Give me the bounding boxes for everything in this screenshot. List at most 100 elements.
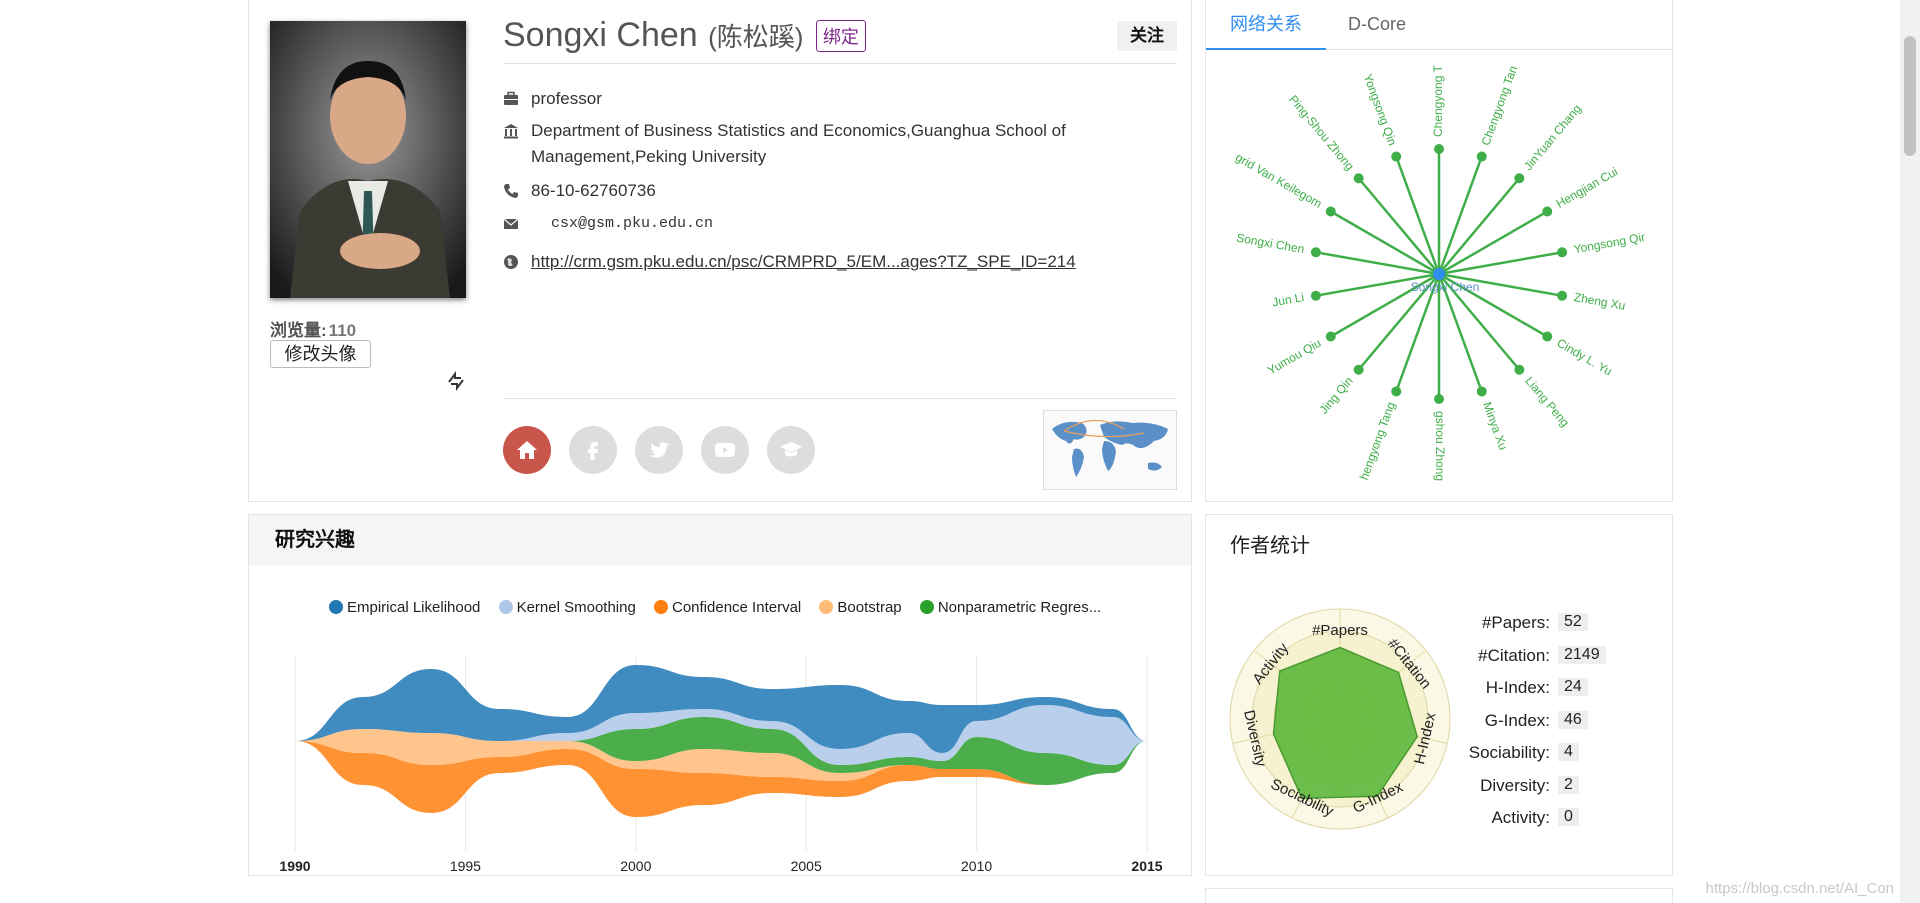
network-center-node[interactable] — [1433, 268, 1445, 280]
stat-value: 46 — [1558, 710, 1588, 729]
stat-label: Sociability: — [1468, 743, 1550, 762]
twitter-button[interactable] — [635, 426, 683, 474]
home-button[interactable] — [503, 426, 551, 474]
change-avatar-button[interactable]: 修改头像 — [270, 340, 371, 368]
network-node[interactable] — [1514, 364, 1525, 375]
globe-icon — [504, 255, 518, 269]
world-map[interactable] — [1043, 410, 1177, 490]
facebook-button[interactable] — [569, 426, 617, 474]
tab-dcore[interactable]: D-Core — [1324, 0, 1430, 50]
scholar-button[interactable] — [767, 426, 815, 474]
network-node-label: Minya Xu — [1480, 400, 1510, 452]
stat-row: G-Index: 46 — [1446, 710, 1646, 737]
stat-row: #Papers: 52 — [1446, 613, 1646, 639]
legend-dot — [919, 600, 934, 614]
x-tick-label: 2010 — [961, 858, 992, 874]
network-node[interactable] — [1557, 290, 1568, 301]
network-node[interactable] — [1542, 331, 1553, 342]
bind-button[interactable]: 绑定 — [815, 19, 866, 52]
stats-title: 作者统计 — [1230, 535, 1310, 557]
stat-value: 4 — [1558, 743, 1579, 761]
network-node-label: Chengyong T — [1431, 65, 1445, 138]
network-node[interactable] — [1325, 206, 1336, 217]
network-tabs: 网络关系 D-Core — [1206, 0, 1672, 50]
views-label: 浏览量: — [270, 321, 327, 340]
profile-phone: 86-10-62760736 — [531, 181, 656, 200]
legend-dot — [498, 600, 513, 614]
network-node[interactable] — [1310, 247, 1321, 258]
network-node[interactable] — [1434, 144, 1444, 154]
network-node[interactable] — [1353, 364, 1364, 375]
network-center-label: Songxi Chen — [1411, 280, 1480, 294]
profile-card: 浏览量: 110 修改头像 Songxi Chen (陈松蹊) 绑定 关注 pro… — [248, 0, 1192, 502]
network-node-label: Songxi Chen — [1235, 231, 1305, 257]
stat-value: 24 — [1558, 678, 1588, 696]
scrollbar[interactable] — [1900, 0, 1920, 903]
network-node-label: hengyong Tang — [1357, 400, 1398, 482]
legend-dot — [654, 600, 668, 614]
stat-value: 52 — [1558, 613, 1588, 631]
legend-label: Kernel Smoothing — [516, 599, 636, 616]
coauthor-network[interactable]: Chengyong T Chengyong Tan JinYuan ChangHen… — [1206, 52, 1672, 500]
twitter-icon — [650, 442, 669, 458]
stat-label: #Citation: — [1478, 645, 1550, 665]
next-card — [1205, 888, 1673, 903]
x-tick-label: 2015 — [1131, 858, 1162, 874]
network-node[interactable] — [1476, 151, 1487, 162]
stat-label: G-Index: — [1484, 710, 1550, 730]
legend-item[interactable]: Bootstrap — [819, 599, 902, 616]
swap-icon[interactable] — [445, 370, 467, 392]
network-node[interactable] — [1476, 386, 1487, 397]
scroll-thumb[interactable] — [1904, 36, 1916, 156]
network-node-label: Chengyong Tan — [1479, 64, 1521, 148]
network-node-label: Jing Qin — [1317, 374, 1356, 417]
network-node[interactable] — [1391, 386, 1402, 397]
research-title: 研究兴趣 — [249, 515, 1191, 565]
network-node[interactable] — [1557, 247, 1568, 258]
radar-chart: #Papers#CitationH-IndexG-IndexSociabilit… — [1229, 608, 1451, 830]
network-node-label: Hengjian Cui — [1554, 164, 1621, 210]
scholar-icon — [780, 442, 802, 457]
avatar — [270, 21, 466, 298]
network-edge — [1395, 156, 1441, 275]
legend-overflow: ... — [1088, 599, 1102, 616]
network-node[interactable] — [1514, 173, 1525, 184]
profile-email[interactable]: csx@gsm.pku.edu.cn — [551, 211, 713, 237]
network-edge — [1437, 156, 1483, 275]
network-node-label: Yongsong Qir — [1573, 230, 1647, 256]
network-node-label: Yumou Qiu — [1265, 336, 1323, 378]
stat-value: 2 — [1558, 775, 1579, 794]
network-node-label: JinYuan Chang — [1521, 102, 1584, 173]
streamgraph[interactable]: 1990 1995 2000 2005 2010 2015 — [249, 615, 1191, 877]
legend-item[interactable]: Nonparametric Regres... — [919, 599, 1102, 616]
research-legend: Empirical Likelihood Kernel Smoothing Co… — [329, 599, 1115, 616]
legend-item[interactable]: Empirical Likelihood — [329, 599, 480, 616]
legend-label: Empirical Likelihood — [347, 599, 481, 616]
network-node[interactable] — [1353, 173, 1364, 184]
follow-button[interactable]: 关注 — [1117, 21, 1177, 51]
x-tick-label: 1990 — [279, 858, 310, 874]
stat-row: Diversity: 2 — [1446, 775, 1646, 802]
institution-icon — [504, 124, 518, 139]
network-node[interactable] — [1310, 290, 1321, 301]
legend-item[interactable]: Confidence Interval — [654, 599, 801, 616]
legend-item[interactable]: Kernel Smoothing — [498, 599, 636, 616]
profile-name: Songxi Chen — [503, 16, 698, 54]
briefcase-icon — [504, 91, 518, 105]
email-row: csx@gsm.pku.edu.cn — [503, 211, 1177, 237]
network-node[interactable] — [1391, 151, 1402, 162]
divider — [503, 398, 1177, 399]
name-row: Songxi Chen (陈松蹊) 绑定 关注 — [503, 16, 1177, 64]
stat-row: Sociability: 4 — [1446, 743, 1646, 769]
network-node[interactable] — [1542, 206, 1553, 217]
network-node[interactable] — [1325, 331, 1336, 342]
homepage-link[interactable]: http://crm.gsm.pku.edu.cn/psc/CRMPRD_5/E… — [531, 249, 1076, 275]
stats-card: 作者统计 #Papers #Citation H-Index G-Index Socia… — [1205, 514, 1673, 876]
stat-value: 0 — [1558, 808, 1579, 826]
department-row: Department of Business Statistics and Ec… — [503, 118, 1177, 170]
network-node[interactable] — [1434, 394, 1444, 404]
radar-axis-label: #Papers — [1312, 622, 1368, 639]
youtube-button[interactable] — [701, 426, 749, 474]
tab-network[interactable]: 网络关系 — [1206, 0, 1326, 50]
stat-label: Diversity: — [1480, 775, 1550, 795]
